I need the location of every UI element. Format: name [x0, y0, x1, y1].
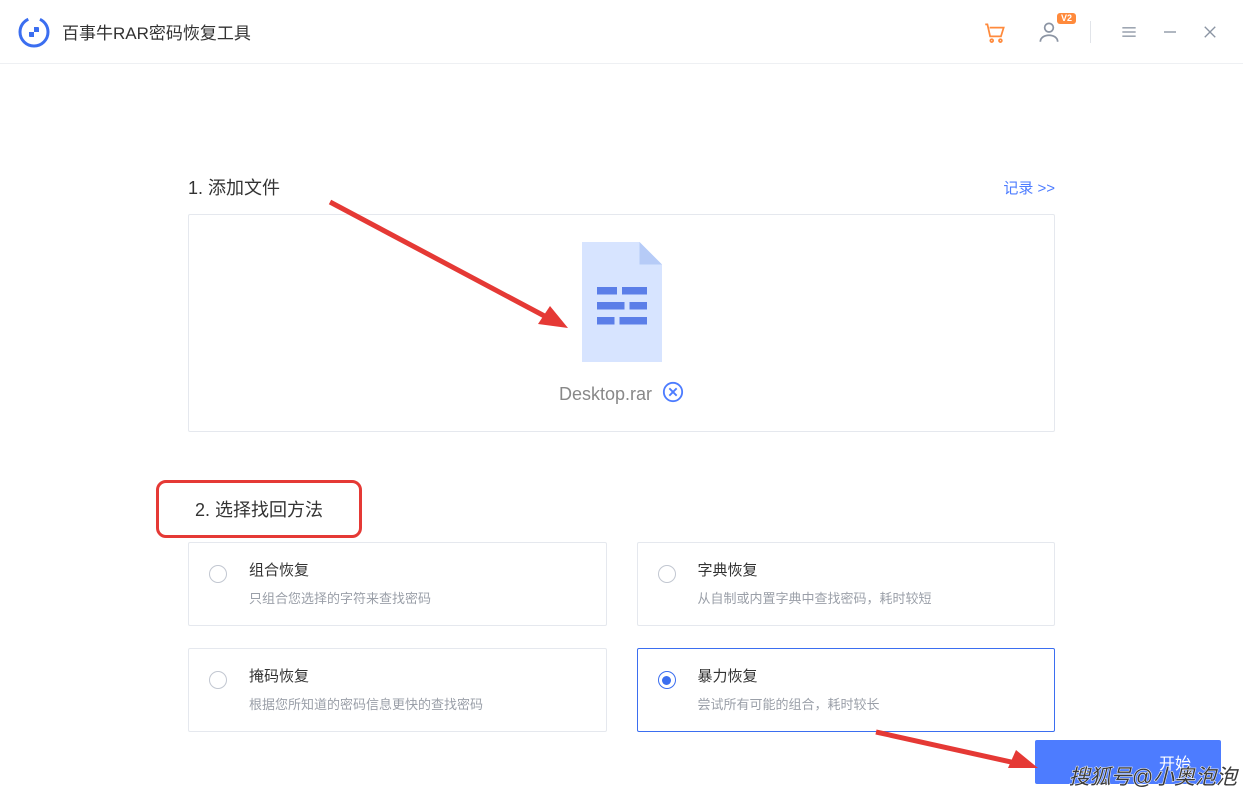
file-drop-area[interactable]: Desktop.rar: [188, 214, 1055, 432]
method-title: 掩码恢复: [249, 665, 483, 686]
watermark: 搜狐号@小奥泡泡: [1069, 761, 1237, 791]
method-title: 暴力恢复: [698, 665, 880, 686]
annotation-arrow-icon: [870, 724, 1050, 780]
app-logo-icon: [18, 16, 50, 48]
main-content: 1. 添加文件 记录 >> Desktop.rar: [0, 64, 1243, 732]
close-icon[interactable]: [1201, 23, 1219, 41]
user-icon[interactable]: V2: [1036, 19, 1062, 45]
step1-title: 1. 添加文件: [188, 174, 280, 200]
titlebar: 百事牛RAR密码恢复工具 V2: [0, 0, 1243, 64]
remove-file-icon[interactable]: [662, 381, 684, 408]
titlebar-left: 百事牛RAR密码恢复工具: [18, 16, 251, 48]
titlebar-right: V2: [982, 19, 1219, 45]
window-controls: [1119, 22, 1219, 42]
method-dictionary[interactable]: 字典恢复 从自制或内置字典中查找密码，耗时较短: [637, 542, 1056, 626]
radio-icon: [658, 565, 676, 583]
step2-highlight-box: 2. 选择找回方法: [156, 480, 362, 538]
vip-badge: V2: [1057, 13, 1076, 25]
method-title: 组合恢复: [249, 559, 431, 580]
selected-file-row: Desktop.rar: [559, 381, 684, 408]
app-title: 百事牛RAR密码恢复工具: [62, 19, 251, 44]
method-combination[interactable]: 组合恢复 只组合您选择的字符来查找密码: [188, 542, 607, 626]
method-title: 字典恢复: [698, 559, 932, 580]
file-name: Desktop.rar: [559, 384, 652, 405]
minimize-icon[interactable]: [1161, 23, 1179, 41]
methods-grid: 组合恢复 只组合您选择的字符来查找密码 字典恢复 从自制或内置字典中查找密码，耗…: [188, 542, 1055, 732]
method-bruteforce[interactable]: 暴力恢复 尝试所有可能的组合，耗时较长: [637, 648, 1056, 732]
method-desc: 根据您所知道的密码信息更快的查找密码: [249, 694, 483, 713]
menu-icon[interactable]: [1119, 22, 1139, 42]
records-link[interactable]: 记录 >>: [1003, 177, 1055, 198]
radio-icon: [658, 671, 676, 689]
method-desc: 从自制或内置字典中查找密码，耗时较短: [698, 588, 932, 607]
radio-icon: [209, 565, 227, 583]
separator: [1090, 21, 1091, 43]
method-desc: 只组合您选择的字符来查找密码: [249, 588, 431, 607]
radio-icon: [209, 671, 227, 689]
step2-title: 2. 选择找回方法: [195, 496, 323, 522]
cart-icon[interactable]: [982, 19, 1008, 45]
step1-header: 1. 添加文件 记录 >>: [96, 174, 1147, 214]
method-mask[interactable]: 掩码恢复 根据您所知道的密码信息更快的查找密码: [188, 648, 607, 732]
document-icon: [572, 238, 672, 371]
method-desc: 尝试所有可能的组合，耗时较长: [698, 694, 880, 713]
